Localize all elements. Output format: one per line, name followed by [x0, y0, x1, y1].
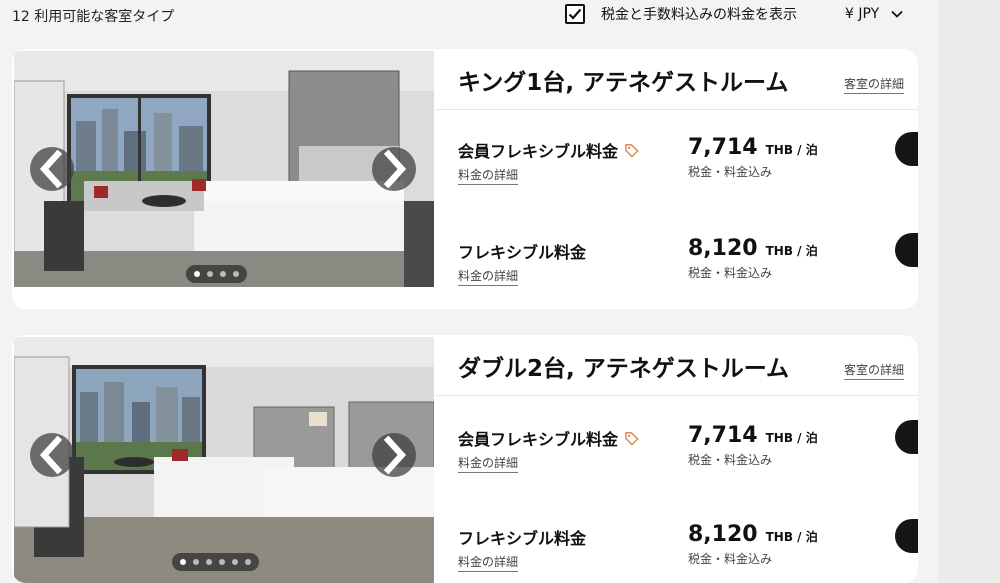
- results-toolbar: 12 利用可能な客室タイプ 税金と手数料込みの料金を表示 ¥ JPY: [0, 0, 938, 34]
- pagination-dot[interactable]: [194, 271, 200, 277]
- rate-name-label: フレキシブル料金: [458, 243, 587, 262]
- rate-name: 会員フレキシブル料金: [458, 138, 639, 162]
- pagination-dot[interactable]: [232, 559, 238, 565]
- select-button[interactable]: 選択: [895, 519, 918, 553]
- room-card: キング1台, アテネゲストルーム 客室の詳細 会員フレキシブル料金 料金の詳細 …: [12, 49, 918, 309]
- pagination-dot[interactable]: [220, 271, 226, 277]
- rate-name-label: 会員フレキシブル料金: [458, 142, 619, 161]
- rate-row: 会員フレキシブル料金 料金の詳細 7,714 THB / 泊 税金・料金込み 選…: [458, 132, 918, 208]
- price-note: 税金・料金込み: [688, 165, 773, 179]
- select-button[interactable]: 選択: [895, 233, 918, 267]
- price: 7,714 THB / 泊: [688, 135, 818, 160]
- pagination-dot[interactable]: [245, 559, 251, 565]
- tax-toggle[interactable]: 税金と手数料込みの料金を表示: [565, 4, 797, 24]
- photo-prev-button[interactable]: [30, 433, 74, 477]
- room-title: ダブル2台, アテネゲストルーム: [458, 356, 790, 382]
- rate-row: 会員フレキシブル料金 料金の詳細 7,714 THB / 泊 税金・料金込み 選…: [458, 420, 918, 496]
- rate-name: 会員フレキシブル料金: [458, 426, 639, 450]
- price-amount: 8,120: [688, 522, 758, 547]
- pagination-dot[interactable]: [180, 559, 186, 565]
- room-photo[interactable]: [14, 51, 434, 287]
- price-note: 税金・料金込み: [688, 453, 773, 467]
- room-photo[interactable]: [14, 337, 434, 583]
- chevron-right-icon: [383, 435, 407, 475]
- room-details-link[interactable]: 客室の詳細: [843, 75, 904, 94]
- chevron-right-icon: [383, 149, 407, 189]
- price: 7,714 THB / 泊: [688, 423, 818, 448]
- price-unit: THB / 泊: [765, 244, 818, 258]
- room-photo-illustration: [14, 337, 434, 583]
- currency-label: ¥ JPY: [845, 6, 880, 22]
- price-amount: 7,714: [688, 423, 758, 448]
- rate-details-link[interactable]: 料金の詳細: [458, 166, 519, 185]
- room-count-label: 12 利用可能な客室タイプ: [12, 9, 175, 25]
- pagination-dot[interactable]: [193, 559, 199, 565]
- chevron-left-icon: [39, 149, 63, 189]
- photo-pagination: [172, 553, 259, 571]
- divider: [436, 109, 918, 110]
- rate-details-link[interactable]: 料金の詳細: [458, 553, 519, 572]
- chevron-down-icon: [891, 10, 903, 18]
- price-unit: THB / 泊: [765, 143, 818, 157]
- pagination-dot[interactable]: [207, 271, 213, 277]
- price-note: 税金・料金込み: [688, 552, 773, 566]
- price-unit: THB / 泊: [765, 431, 818, 445]
- page-gutter: [938, 0, 1000, 583]
- pagination-dot[interactable]: [206, 559, 212, 565]
- room-title: キング1台, アテネゲストルーム: [458, 70, 789, 96]
- photo-next-button[interactable]: [372, 147, 416, 191]
- price-amount: 8,120: [688, 236, 758, 261]
- chevron-left-icon: [39, 435, 63, 475]
- rate-name: フレキシブル料金: [458, 525, 586, 549]
- photo-prev-button[interactable]: [30, 147, 74, 191]
- rate-name-label: 会員フレキシブル料金: [458, 430, 619, 449]
- room-photo-illustration: [14, 51, 434, 287]
- pagination-dot[interactable]: [233, 271, 239, 277]
- currency-selector[interactable]: ¥ JPY: [845, 6, 903, 22]
- price-note: 税金・料金込み: [688, 266, 773, 280]
- tax-label: 税金と手数料込みの料金を表示: [601, 7, 797, 23]
- tag-icon: [624, 143, 639, 158]
- room-details-link[interactable]: 客室の詳細: [843, 361, 904, 380]
- rate-name: フレキシブル料金: [458, 239, 586, 263]
- select-button[interactable]: 選択: [895, 132, 918, 166]
- rate-name-label: フレキシブル料金: [458, 529, 587, 548]
- photo-pagination: [186, 265, 247, 283]
- select-button[interactable]: 選択: [895, 420, 918, 454]
- tax-checkbox[interactable]: [565, 4, 585, 24]
- price: 8,120 THB / 泊: [688, 236, 818, 261]
- rate-details-link[interactable]: 料金の詳細: [458, 267, 519, 286]
- divider: [436, 395, 918, 396]
- room-card: ダブル2台, アテネゲストルーム 客室の詳細 会員フレキシブル料金 料金の詳細 …: [12, 335, 918, 583]
- pagination-dot[interactable]: [219, 559, 225, 565]
- photo-next-button[interactable]: [372, 433, 416, 477]
- checkmark-icon: [568, 8, 582, 20]
- tag-icon: [624, 431, 639, 446]
- price: 8,120 THB / 泊: [688, 522, 818, 547]
- price-amount: 7,714: [688, 135, 758, 160]
- rate-details-link[interactable]: 料金の詳細: [458, 454, 519, 473]
- rate-row: フレキシブル料金 料金の詳細 8,120 THB / 泊 税金・料金込み 選択: [458, 233, 918, 309]
- rate-row: フレキシブル料金 料金の詳細 8,120 THB / 泊 税金・料金込み 選択: [458, 519, 918, 583]
- price-unit: THB / 泊: [765, 530, 818, 544]
